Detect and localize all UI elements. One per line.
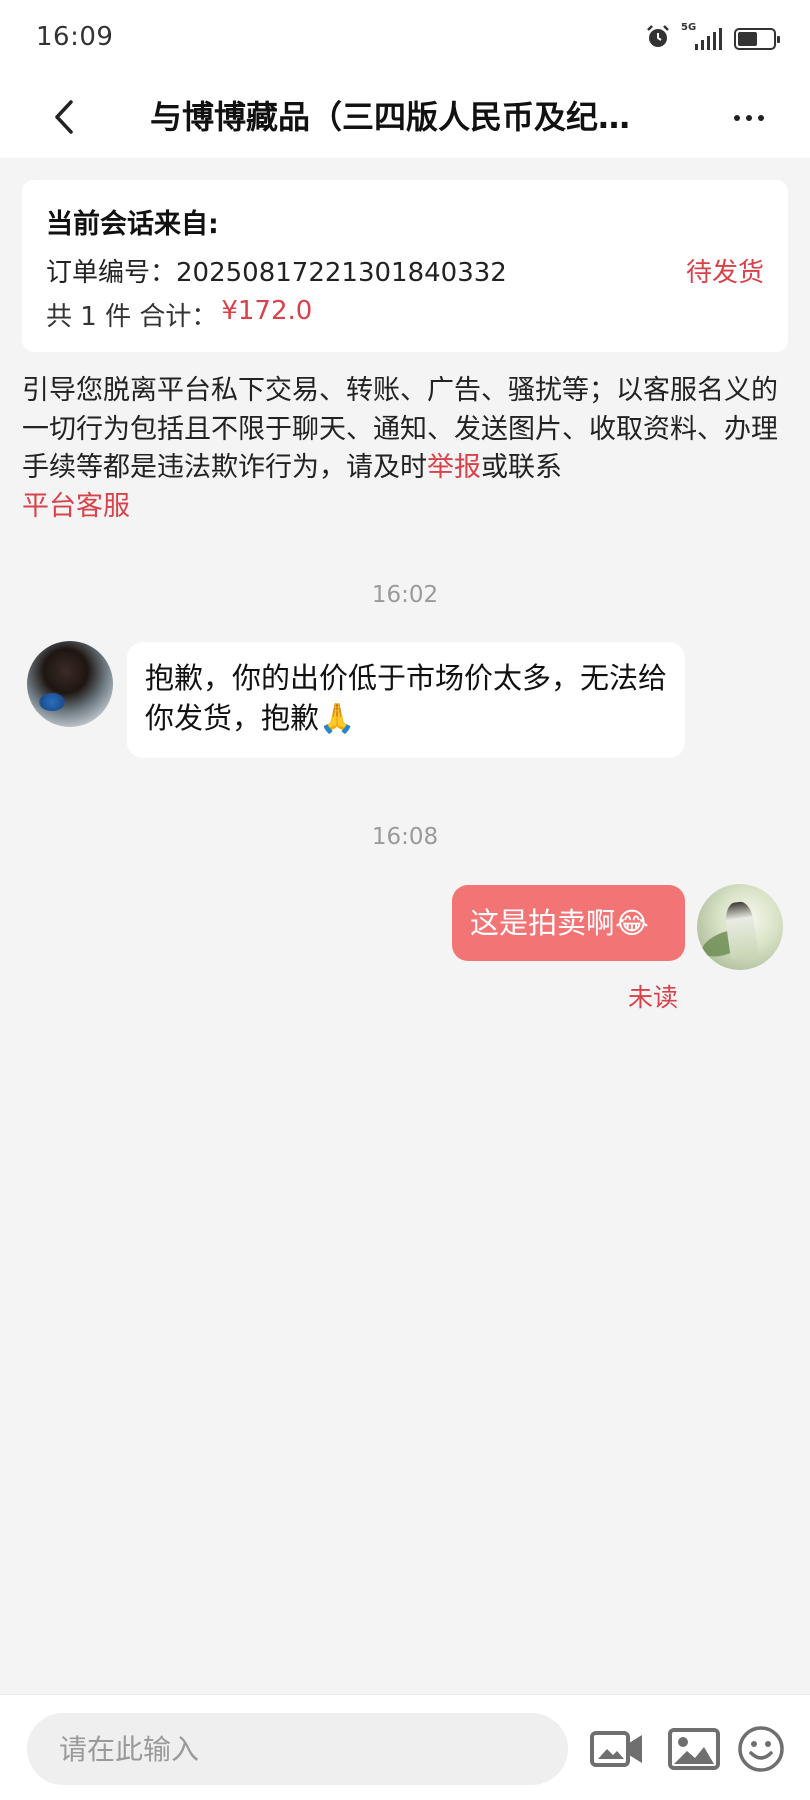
network-label: 5G (681, 22, 697, 33)
safety-warning: 引导您脱离平台私下交易、转账、广告、骚扰等；以客服名义的一切行为包括且不限于聊天… (22, 372, 792, 526)
read-status: 未读 (627, 983, 678, 1012)
status-bar: 16:09 5G (0, 0, 810, 78)
report-link[interactable]: 举报 (427, 452, 481, 483)
warning-text: 引导您脱离平台私下交易、转账、广告、骚扰等；以客服名义的一切行为包括且不限于聊天… (22, 375, 778, 483)
status-time: 16:09 (36, 22, 114, 52)
message-bubble-incoming[interactable]: 抱歉，你的出价低于市场价太多，无法给你发货，抱歉🙏 (127, 642, 685, 758)
video-button[interactable] (588, 1719, 646, 1779)
order-status[interactable]: 待发货 (686, 252, 764, 289)
battery-icon (734, 28, 780, 50)
order-card-heading: 当前会话来自: (46, 209, 219, 240)
order-summary: 共 1 件 合计： ¥172.0 (46, 296, 312, 333)
order-summary-prefix: 共 1 件 合计： (46, 302, 218, 332)
message-timestamp: 16:08 (371, 824, 439, 850)
chat-header: 与博博藏品（三四版人民币及纪… (0, 78, 810, 158)
warning-text-middle: 或联系 (481, 452, 562, 483)
battery-level (738, 32, 757, 46)
avatar-self[interactable] (697, 884, 783, 970)
chat-title: 与博博藏品（三四版人民币及纪… (150, 98, 631, 136)
avatar[interactable] (27, 641, 113, 727)
more-dots-icon (734, 115, 740, 121)
image-button[interactable] (665, 1719, 723, 1779)
video-camera-icon (590, 1731, 642, 1767)
message-timestamp: 16:02 (371, 582, 439, 608)
emoji-button[interactable] (733, 1719, 789, 1779)
order-number: 订单编号：20250817221301840332 (46, 258, 507, 288)
alarm-icon (645, 24, 671, 54)
order-card[interactable]: 当前会话来自: 订单编号：20250817221301840332 待发货 共 … (22, 180, 788, 352)
image-icon (668, 1728, 720, 1770)
customer-service-link[interactable]: 平台客服 (22, 491, 130, 522)
signal-icon: 5G (681, 22, 722, 50)
status-icons: 5G (645, 22, 780, 54)
emoji-icon (738, 1726, 784, 1772)
message-bubble-outgoing[interactable]: 这是拍卖啊😂 (452, 885, 685, 961)
back-button[interactable] (44, 92, 84, 142)
message-input[interactable] (27, 1713, 568, 1785)
more-button[interactable] (724, 98, 774, 138)
input-bar (0, 1694, 810, 1800)
chevron-left-icon (55, 100, 73, 134)
order-total: ¥172.0 (221, 296, 313, 326)
